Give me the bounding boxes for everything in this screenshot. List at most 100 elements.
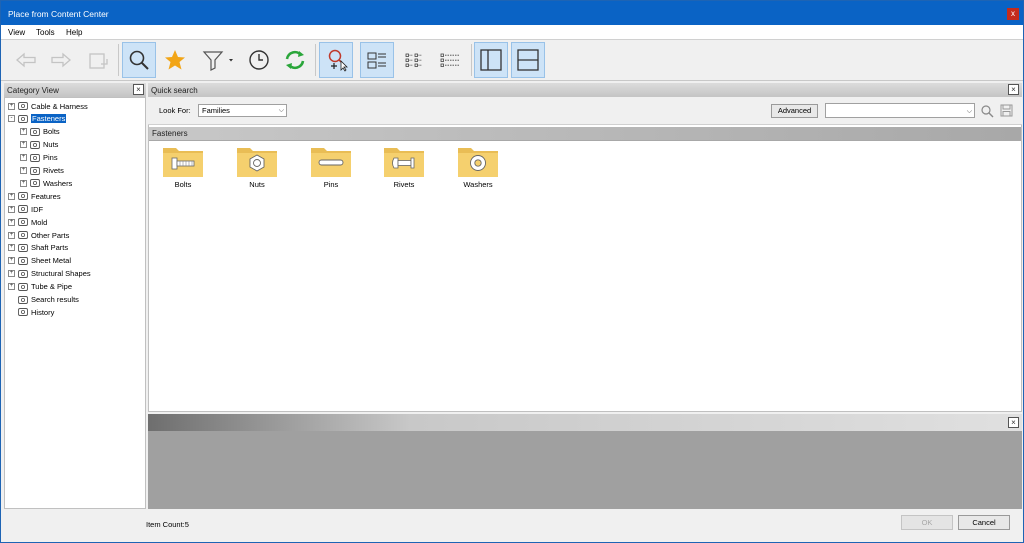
title-bar[interactable]: Place from Content Center x bbox=[1, 1, 1023, 25]
menu-tools[interactable]: Tools bbox=[36, 28, 55, 37]
list-view-icon bbox=[367, 52, 386, 69]
tree-item-shaft-parts[interactable]: + Shaft Parts bbox=[8, 242, 68, 254]
expand-icon[interactable]: + bbox=[8, 192, 15, 200]
menu-help[interactable]: Help bbox=[66, 28, 82, 37]
details-view-button[interactable] bbox=[433, 42, 467, 78]
back-button[interactable] bbox=[9, 42, 43, 78]
favorites-button[interactable] bbox=[158, 42, 192, 78]
look-for-label: Look For: bbox=[159, 106, 191, 115]
pin-folder-icon bbox=[311, 148, 351, 177]
family-nuts[interactable]: Nuts bbox=[227, 144, 287, 189]
tree-pane-toggle[interactable] bbox=[474, 42, 508, 78]
content-header: Fasteners bbox=[149, 127, 1021, 141]
preview-pane-toggle[interactable] bbox=[511, 42, 545, 78]
menu-view[interactable]: View bbox=[8, 28, 25, 37]
tree-item-other-parts[interactable]: + Other Parts bbox=[8, 229, 69, 241]
pin-icon bbox=[30, 153, 40, 162]
list-view-button[interactable] bbox=[360, 42, 394, 78]
tree-item-bolts[interactable]: + Bolts bbox=[20, 126, 60, 138]
close-window-button[interactable]: x bbox=[1007, 8, 1019, 20]
add-search-button[interactable] bbox=[319, 42, 353, 78]
tree-item-label: Pins bbox=[43, 153, 58, 163]
feature-icon bbox=[18, 192, 28, 201]
family-pins[interactable]: Pins bbox=[301, 144, 361, 189]
family-label: Pins bbox=[323, 180, 339, 189]
up-folder-button[interactable] bbox=[81, 42, 115, 78]
menu-bar: View Tools Help bbox=[1, 25, 1023, 40]
tree-item-label: History bbox=[31, 307, 55, 317]
bolt-folder-icon bbox=[163, 148, 203, 177]
tree-item-washers[interactable]: + Washers bbox=[20, 177, 72, 189]
tree-item-label: Bolts bbox=[43, 127, 60, 137]
tree-item-fasteners[interactable]: - Fasteners bbox=[8, 113, 67, 125]
expand-icon[interactable]: + bbox=[20, 154, 27, 162]
expand-icon[interactable]: + bbox=[8, 283, 15, 291]
toolbar-separator bbox=[315, 44, 316, 76]
bolt-icon bbox=[30, 127, 40, 136]
expand-icon[interactable]: + bbox=[8, 205, 15, 213]
sheet-metal-icon bbox=[18, 256, 28, 265]
expand-icon[interactable]: + bbox=[8, 244, 15, 252]
refresh-button[interactable] bbox=[278, 42, 312, 78]
history-button[interactable] bbox=[242, 42, 276, 78]
search-button[interactable] bbox=[122, 42, 156, 78]
main-window: Place from Content Center x View Tools H… bbox=[0, 0, 1024, 543]
forward-button[interactable] bbox=[44, 42, 78, 78]
close-quick-search-button[interactable]: × bbox=[1008, 84, 1019, 95]
family-washers[interactable]: Washers bbox=[448, 144, 508, 189]
tree-item-nuts[interactable]: + Nuts bbox=[20, 139, 58, 151]
tree-item-mold[interactable]: + Mold bbox=[8, 216, 47, 228]
category-view-header: Category View × bbox=[4, 83, 146, 98]
tree-item-label: Sheet Metal bbox=[31, 256, 72, 266]
ok-button[interactable]: OK bbox=[901, 515, 953, 530]
tree-item-structural-shapes[interactable]: + Structural Shapes bbox=[8, 268, 91, 280]
tree-item-search-results[interactable]: Search results bbox=[8, 294, 79, 306]
cancel-button[interactable]: Cancel bbox=[958, 515, 1010, 530]
look-for-dropdown[interactable]: Families ⌵ bbox=[198, 104, 287, 117]
tree-item-history[interactable]: History bbox=[8, 306, 54, 318]
search-icon[interactable] bbox=[980, 104, 994, 118]
mold-icon bbox=[18, 218, 28, 227]
expand-icon[interactable]: + bbox=[8, 231, 15, 239]
washer-folder-icon bbox=[458, 148, 498, 177]
small-icons-view-button[interactable] bbox=[397, 42, 431, 78]
history-clock-icon bbox=[18, 308, 28, 317]
tree-item-features[interactable]: + Features bbox=[8, 190, 61, 202]
tree-item-cable-harness[interactable]: + Cable & Harness bbox=[8, 100, 88, 112]
family-rivets[interactable]: Rivets bbox=[374, 144, 434, 189]
advanced-button[interactable]: Advanced bbox=[771, 104, 818, 118]
shaft-icon bbox=[18, 243, 28, 252]
tree-item-pins[interactable]: + Pins bbox=[20, 152, 58, 164]
tree-item-idf[interactable]: + IDF bbox=[8, 203, 43, 215]
filter-button[interactable] bbox=[195, 42, 241, 78]
tree-item-label: Rivets bbox=[43, 166, 64, 175]
expand-icon[interactable]: + bbox=[8, 270, 15, 278]
favorites-star-icon bbox=[165, 50, 185, 70]
toolbar-separator bbox=[118, 44, 119, 76]
quick-search-title: Quick search bbox=[151, 86, 198, 95]
rivet-icon bbox=[30, 166, 40, 175]
expand-icon[interactable]: + bbox=[20, 128, 27, 136]
tube-icon bbox=[18, 282, 28, 291]
rivet-folder-icon bbox=[384, 148, 424, 177]
collapse-icon[interactable]: - bbox=[8, 115, 15, 123]
expand-icon[interactable]: + bbox=[20, 167, 27, 174]
expand-icon[interactable]: + bbox=[20, 141, 27, 149]
save-search-icon[interactable] bbox=[1000, 104, 1013, 117]
tree-item-tube-pipe[interactable]: + Tube & Pipe bbox=[8, 281, 72, 293]
close-category-view-button[interactable]: × bbox=[133, 84, 144, 95]
search-input[interactable]: ⌵ bbox=[825, 103, 975, 118]
look-for-value: Families bbox=[202, 106, 230, 115]
family-bolts[interactable]: Bolts bbox=[153, 144, 213, 189]
close-preview-button[interactable]: × bbox=[1008, 417, 1019, 428]
idf-icon bbox=[18, 205, 28, 214]
small-icons-view-icon bbox=[405, 53, 422, 67]
expand-icon[interactable]: + bbox=[8, 257, 15, 265]
expand-icon[interactable]: + bbox=[8, 102, 15, 110]
tree-item-rivets[interactable]: + Rivets bbox=[20, 165, 64, 177]
tree-item-sheet-metal[interactable]: + Sheet Metal bbox=[8, 255, 71, 267]
status-bar: Item Count:5 OK Cancel bbox=[1, 510, 1023, 542]
cable-icon bbox=[18, 102, 28, 110]
expand-icon[interactable]: + bbox=[8, 218, 15, 226]
expand-icon[interactable]: + bbox=[20, 179, 27, 187]
